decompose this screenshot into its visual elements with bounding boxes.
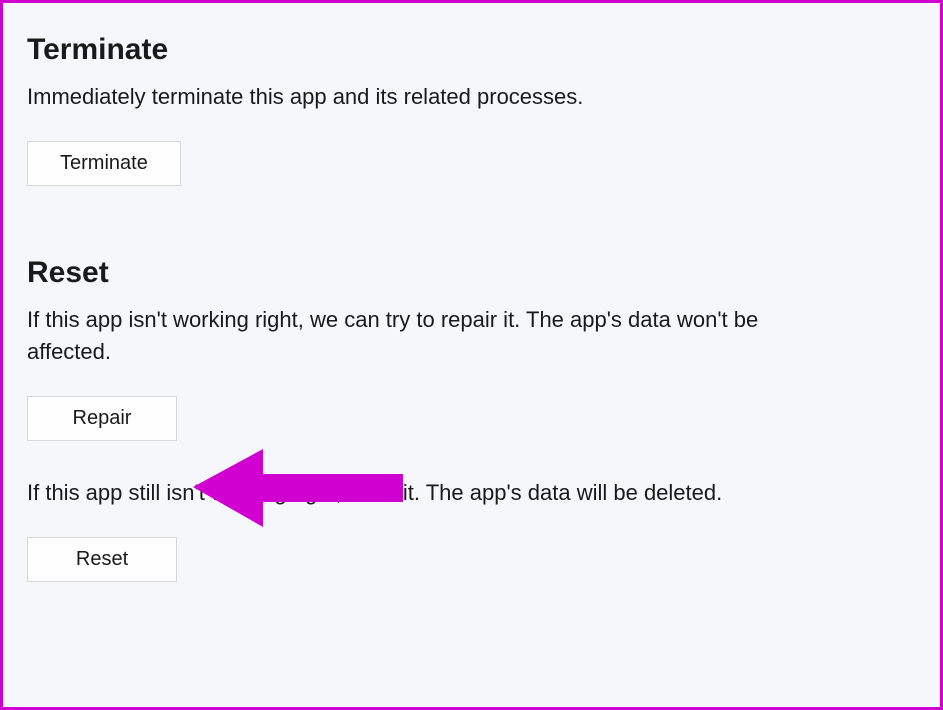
terminate-button[interactable]: Terminate [27,141,181,186]
terminate-description: Immediately terminate this app and its r… [27,81,777,113]
reset-button[interactable]: Reset [27,537,177,582]
reset-title: Reset [27,256,916,290]
reset-section: Reset If this app isn't working right, w… [27,256,916,582]
repair-description: If this app isn't working right, we can … [27,304,777,368]
terminate-title: Terminate [27,33,916,67]
repair-button[interactable]: Repair [27,396,177,441]
terminate-section: Terminate Immediately terminate this app… [27,33,916,186]
reset-description: If this app still isn't working right, r… [27,477,827,509]
